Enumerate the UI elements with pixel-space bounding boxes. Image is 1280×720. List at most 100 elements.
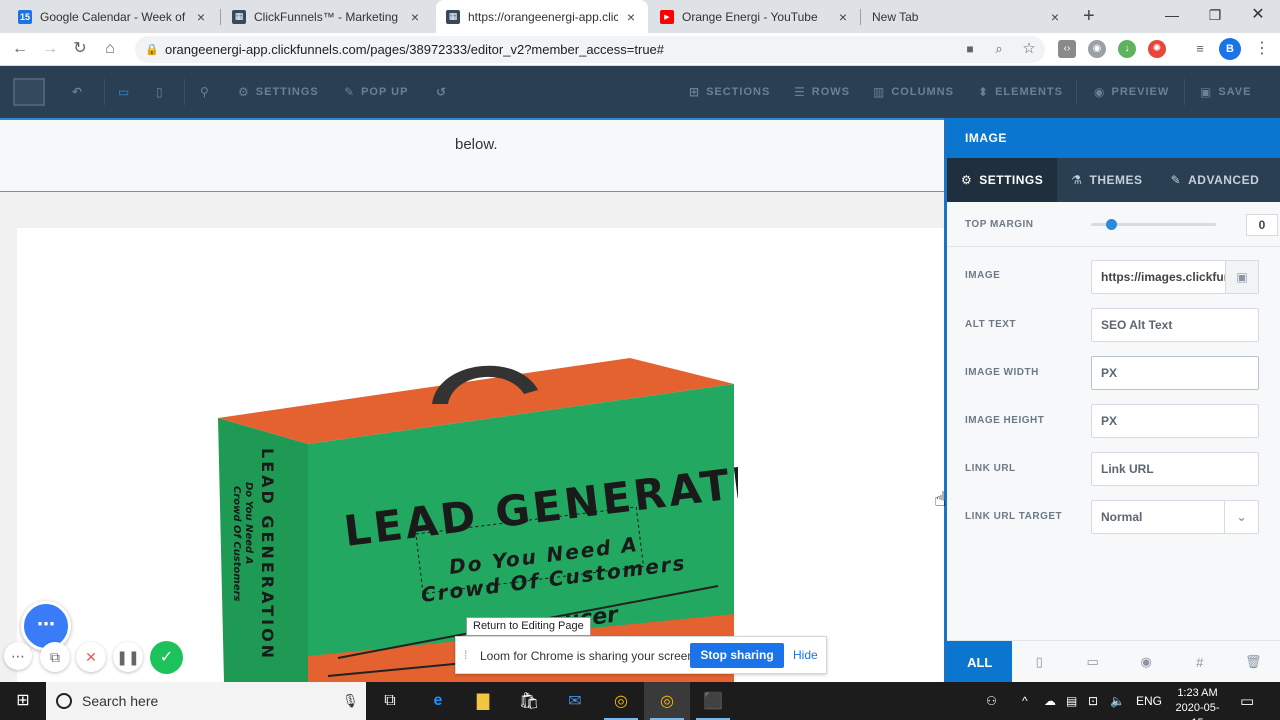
image-picker-icon[interactable]: ▣ bbox=[1225, 260, 1259, 294]
loom-extension-icon[interactable]: ✺ bbox=[1148, 40, 1166, 58]
bookmark-star-icon[interactable]: ☆ bbox=[1017, 37, 1041, 61]
onedrive-icon[interactable]: ☁ bbox=[1044, 682, 1056, 720]
camera-toggle-icon[interactable]: ⧉ bbox=[40, 642, 70, 672]
tab-clickfunnels[interactable]: ▦ ClickFunnels™ - Marketing Fun × bbox=[222, 0, 432, 33]
close-tab-icon[interactable]: × bbox=[194, 9, 208, 25]
edit-icon: ✎ bbox=[344, 85, 356, 99]
columns-menu[interactable]: ▥ COLUMNS bbox=[873, 66, 954, 118]
tab-orangeenergi-editor[interactable]: ▦ https://orangeenergi-app.click × bbox=[436, 0, 648, 33]
task-view-icon[interactable]: ⧉ bbox=[367, 682, 413, 720]
link-url-label: LINK URL bbox=[965, 463, 1016, 474]
tab-separator bbox=[220, 9, 221, 25]
windows-start-icon[interactable]: ⊞ bbox=[0, 682, 46, 720]
hash-icon[interactable]: # bbox=[1173, 641, 1227, 683]
tab-new-tab[interactable]: New Tab × bbox=[862, 0, 1072, 33]
panel-fields: TOP MARGIN 0 IMAGE https://images.clickf… bbox=[965, 118, 1278, 682]
extension-icon[interactable]: ◉ bbox=[1088, 40, 1106, 58]
close-tab-icon[interactable]: × bbox=[408, 9, 422, 25]
desktop-icon[interactable]: ▭ bbox=[1066, 641, 1120, 683]
chrome-menu-icon[interactable]: ⋮ bbox=[1250, 37, 1274, 61]
mobile-view-icon[interactable]: ▯ bbox=[156, 66, 164, 118]
top-margin-input[interactable]: 0 bbox=[1246, 214, 1278, 236]
tab-title: https://orangeenergi-app.click bbox=[468, 9, 618, 24]
stop-sharing-button[interactable]: Stop sharing bbox=[690, 643, 784, 668]
link-target-select[interactable]: Normal ⌄ bbox=[1091, 500, 1259, 534]
store-icon[interactable]: 🛍 bbox=[506, 682, 552, 720]
undo-icon[interactable]: ↶ bbox=[72, 66, 83, 118]
back-icon[interactable]: ← bbox=[8, 37, 32, 61]
profile-avatar[interactable]: B bbox=[1219, 38, 1241, 60]
camera-blocked-icon[interactable]: ■ bbox=[958, 37, 982, 61]
close-tab-icon[interactable]: × bbox=[836, 9, 850, 25]
chevron-down-icon: ⌄ bbox=[1224, 501, 1258, 533]
eye-icon[interactable]: ◉ bbox=[1119, 641, 1173, 683]
elements-menu[interactable]: ⬍ ELEMENTS bbox=[978, 66, 1063, 118]
zoom-icon[interactable]: ⌕ bbox=[987, 37, 1011, 61]
page-section[interactable]: below. bbox=[0, 118, 944, 192]
settings-menu[interactable]: ⚙ SETTINGS bbox=[238, 66, 319, 118]
hide-button[interactable]: Hide bbox=[793, 643, 818, 668]
close-window-icon[interactable]: ✕ bbox=[1246, 3, 1270, 27]
edge-icon[interactable]: e bbox=[415, 682, 461, 720]
clickfunnels-logo[interactable] bbox=[13, 78, 45, 106]
tab-google-calendar[interactable]: 15 Google Calendar - Week of Ma × bbox=[8, 0, 218, 33]
volume-icon[interactable]: 🔈 bbox=[1110, 682, 1125, 720]
return-to-editing-tooltip[interactable]: Return to Editing Page bbox=[466, 617, 591, 636]
extension-icon[interactable]: ‹› bbox=[1058, 40, 1076, 58]
acrobat-icon[interactable]: ⬛ bbox=[690, 682, 736, 720]
network-icon[interactable]: ⊡ bbox=[1088, 682, 1098, 720]
reading-list-icon[interactable]: ≡ bbox=[1188, 37, 1212, 61]
drag-handle-icon[interactable]: ⁞ bbox=[464, 648, 467, 662]
filter-all-button[interactable]: ALL bbox=[947, 641, 1013, 683]
forward-icon[interactable]: → bbox=[38, 37, 62, 61]
more-options-icon[interactable]: ⋯ bbox=[4, 642, 32, 670]
save-button[interactable]: ▣ SAVE bbox=[1200, 66, 1251, 118]
tray-icon[interactable]: ▤ bbox=[1066, 682, 1077, 720]
system-clock[interactable]: 1:23 AM 2020-05-15 bbox=[1170, 686, 1225, 720]
omnibox[interactable]: 🔒 orangeenergi-app.clickfunnels.com/page… bbox=[135, 36, 1045, 63]
plug-icon[interactable]: ⚲ bbox=[200, 66, 210, 118]
history-icon[interactable]: ↺ bbox=[436, 66, 447, 118]
trash-icon[interactable]: 🗑 bbox=[1226, 641, 1280, 683]
mail-icon[interactable]: ✉ bbox=[552, 682, 598, 720]
people-icon[interactable]: ⚇ bbox=[986, 682, 997, 720]
sections-menu[interactable]: ⊞ SECTIONS bbox=[689, 66, 770, 118]
action-center-icon[interactable]: ▭ bbox=[1240, 682, 1254, 720]
rows-menu[interactable]: ☰ ROWS bbox=[794, 66, 850, 118]
close-tab-icon[interactable]: × bbox=[624, 9, 638, 25]
new-tab-button[interactable]: + bbox=[1083, 4, 1101, 28]
elements-icon: ⬍ bbox=[978, 85, 990, 99]
file-explorer-icon[interactable]: ▇ bbox=[460, 682, 506, 720]
chrome-icon[interactable]: ◎ bbox=[598, 682, 644, 720]
windows-taskbar: ⊞ Search here 🎙 ⧉ e ▇ 🛍 ✉ ◎ ◎ ⬛ ⚇ ^ ☁ ▤ … bbox=[0, 682, 1280, 720]
taskbar-search[interactable]: Search here 🎙 bbox=[46, 682, 366, 720]
image-width-input[interactable]: PX bbox=[1091, 356, 1259, 390]
close-tab-icon[interactable]: × bbox=[1048, 9, 1062, 25]
top-margin-slider-handle[interactable] bbox=[1106, 219, 1117, 230]
finish-recording-icon[interactable]: ✓ bbox=[150, 641, 183, 674]
sections-label: SECTIONS bbox=[706, 86, 771, 98]
restore-icon[interactable]: ❐ bbox=[1203, 3, 1227, 27]
mobile-icon[interactable]: ▯ bbox=[1012, 641, 1066, 683]
image-height-input[interactable]: PX bbox=[1091, 404, 1259, 438]
calendar-icon: 15 bbox=[18, 9, 32, 24]
tab-youtube[interactable]: ▶ Orange Energi - YouTube × bbox=[650, 0, 860, 33]
pause-recording-icon[interactable]: ❚❚ bbox=[113, 642, 143, 672]
preview-button[interactable]: ◉ PREVIEW bbox=[1094, 66, 1169, 118]
alt-text-input[interactable]: SEO Alt Text bbox=[1091, 308, 1259, 342]
chrome-icon[interactable]: ◎ bbox=[644, 682, 690, 720]
minimize-icon[interactable]: — bbox=[1160, 3, 1184, 27]
top-margin-label: TOP MARGIN bbox=[965, 219, 1034, 230]
microphone-icon[interactable]: 🎙 bbox=[342, 693, 366, 709]
language-indicator[interactable]: ENG bbox=[1136, 682, 1162, 720]
columns-label: COLUMNS bbox=[891, 86, 954, 98]
popup-menu[interactable]: ✎ POP UP bbox=[344, 66, 408, 118]
desktop-view-icon[interactable]: ▭ bbox=[118, 66, 130, 118]
image-url-input[interactable]: https://images.clickfunnels bbox=[1091, 260, 1225, 294]
extension-icon[interactable]: ↓ bbox=[1118, 40, 1136, 58]
link-url-input[interactable]: Link URL bbox=[1091, 452, 1259, 486]
home-icon[interactable]: ⌂ bbox=[98, 37, 122, 61]
cancel-recording-icon[interactable]: ✕ bbox=[76, 642, 106, 672]
reload-icon[interactable]: ↻ bbox=[68, 37, 92, 61]
tray-expand-icon[interactable]: ^ bbox=[1022, 682, 1028, 720]
